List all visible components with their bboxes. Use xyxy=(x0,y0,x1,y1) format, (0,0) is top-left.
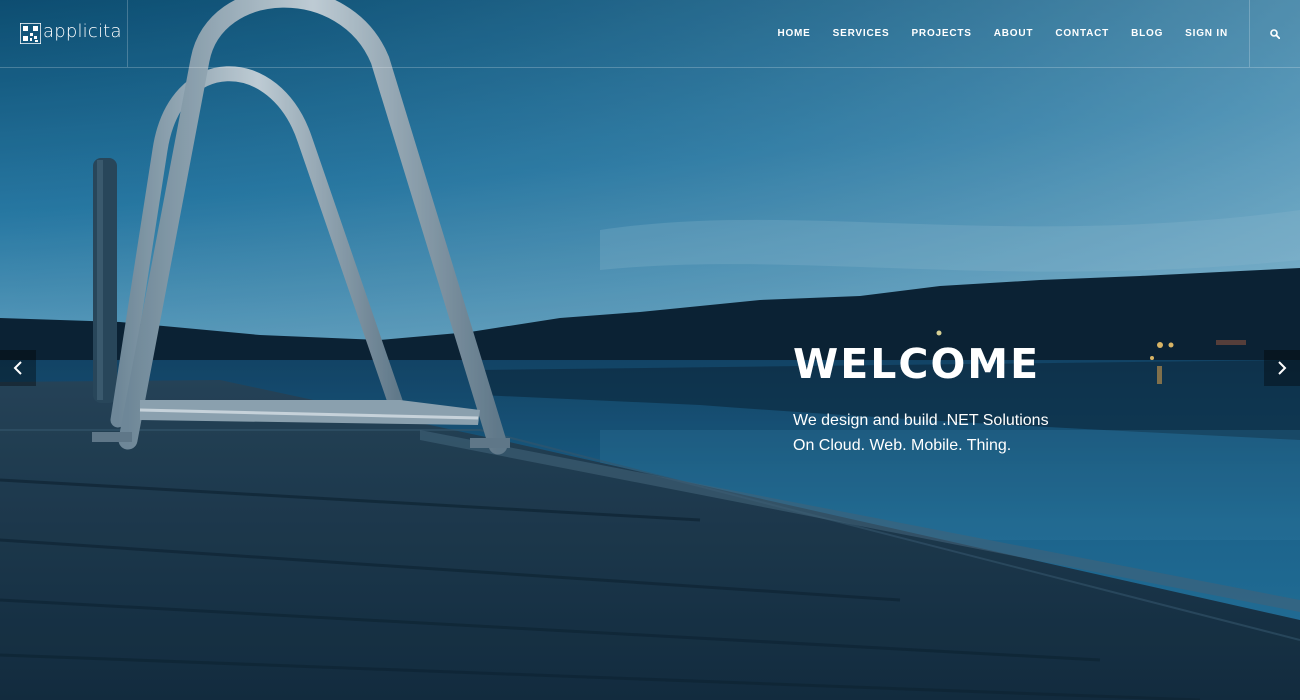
nav-blog[interactable]: BLOG xyxy=(1131,28,1163,39)
nav-about[interactable]: ABOUT xyxy=(994,28,1034,39)
search-button[interactable] xyxy=(1249,0,1300,67)
brand[interactable]: applicita xyxy=(0,0,128,67)
chevron-left-icon xyxy=(13,361,22,375)
nav-contact[interactable]: CONTACT xyxy=(1055,28,1109,39)
main-nav: HOME SERVICES PROJECTS ABOUT CONTACT BLO… xyxy=(777,0,1228,67)
top-navbar: applicita HOME SERVICES PROJECTS ABOUT C… xyxy=(0,0,1300,68)
slider-prev-button[interactable] xyxy=(0,350,36,386)
hero-subtitle-line2: On Cloud. Web. Mobile. Thing. xyxy=(793,437,1012,454)
hero-background-image xyxy=(0,0,1300,700)
brand-name: applicita xyxy=(43,21,122,42)
nav-services[interactable]: SERVICES xyxy=(833,28,890,39)
hero-title: WELCOME xyxy=(793,340,1041,388)
hero-slider: applicita HOME SERVICES PROJECTS ABOUT C… xyxy=(0,0,1300,700)
nav-home[interactable]: HOME xyxy=(777,28,810,39)
nav-projects[interactable]: PROJECTS xyxy=(911,28,971,39)
chevron-right-icon xyxy=(1278,361,1287,375)
slider-next-button[interactable] xyxy=(1264,350,1300,386)
nav-sign-in[interactable]: SIGN IN xyxy=(1185,28,1228,39)
hero-subtitle-line1: We design and build .NET Solutions xyxy=(793,412,1049,429)
search-icon xyxy=(1270,28,1280,39)
hero-caption: WELCOME We design and build .NET Solutio… xyxy=(793,340,1049,458)
logo-icon xyxy=(20,23,41,44)
